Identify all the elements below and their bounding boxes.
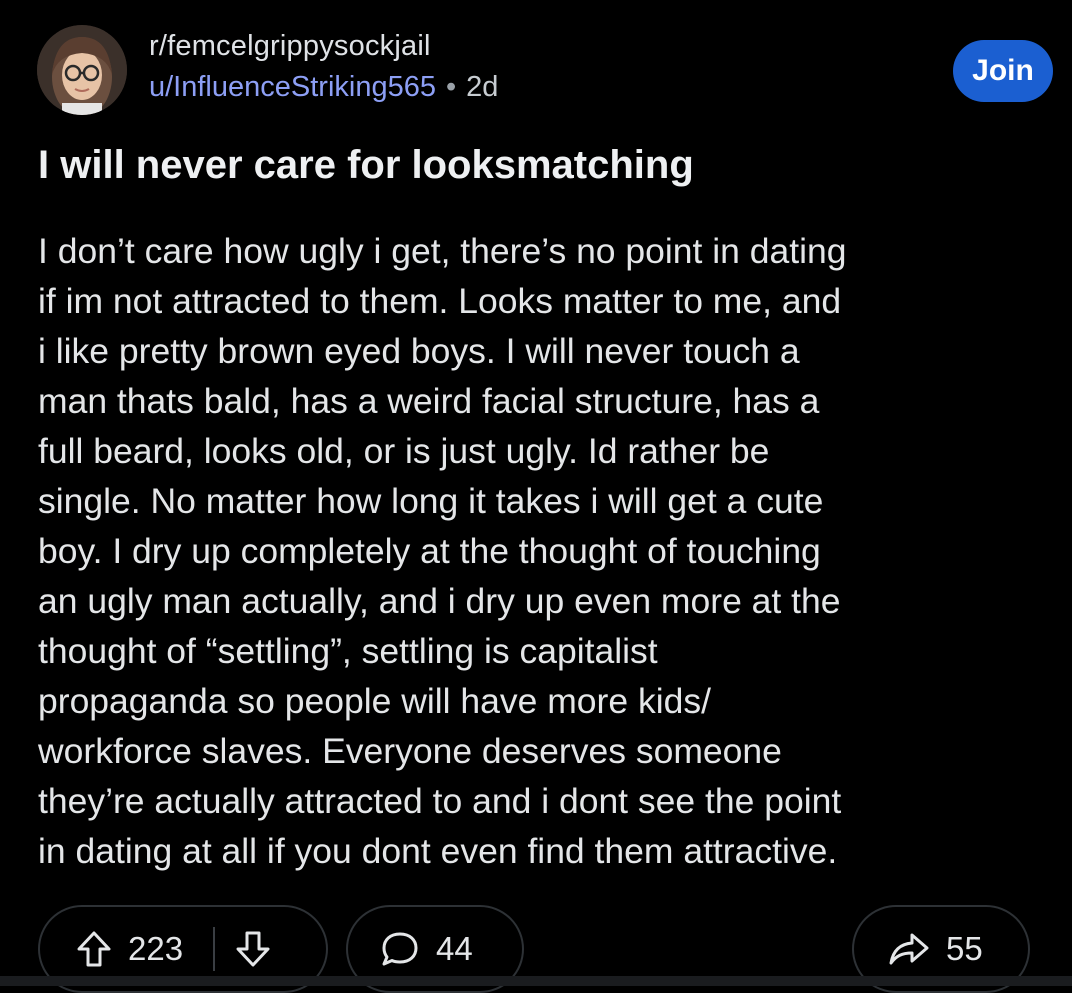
author-username[interactable]: u/InfluenceStriking565 — [149, 71, 436, 103]
meta-separator: • — [445, 71, 457, 103]
bottom-edge — [0, 976, 1072, 986]
share-arrow-icon — [888, 931, 930, 967]
post-meta: r/femcelgrippysockjail u/InfluenceStriki… — [149, 27, 498, 107]
author-line: u/InfluenceStriking565 • 2d — [149, 67, 498, 107]
subreddit-name[interactable]: r/femcelgrippysockjail — [149, 27, 498, 65]
downvote-arrow-icon[interactable] — [235, 930, 271, 968]
join-button[interactable]: Join — [953, 40, 1053, 102]
post-age: 2d — [466, 71, 499, 103]
vote-divider — [213, 927, 216, 971]
upvote-count: 223 — [128, 930, 184, 967]
post-header: r/femcelgrippysockjail u/InfluenceStriki… — [37, 25, 1053, 117]
post-title[interactable]: I will never care for looksmatching — [38, 140, 1038, 190]
post-actions: 223 44 55 — [0, 905, 1072, 993]
comment-count: 44 — [436, 930, 473, 967]
subreddit-avatar[interactable] — [37, 25, 127, 115]
share-count: 55 — [946, 930, 983, 967]
post-body: I don’t care how ugly i get, there’s no … — [38, 231, 847, 871]
upvote-arrow-icon[interactable] — [76, 930, 112, 968]
comment-bubble-icon — [380, 930, 420, 968]
